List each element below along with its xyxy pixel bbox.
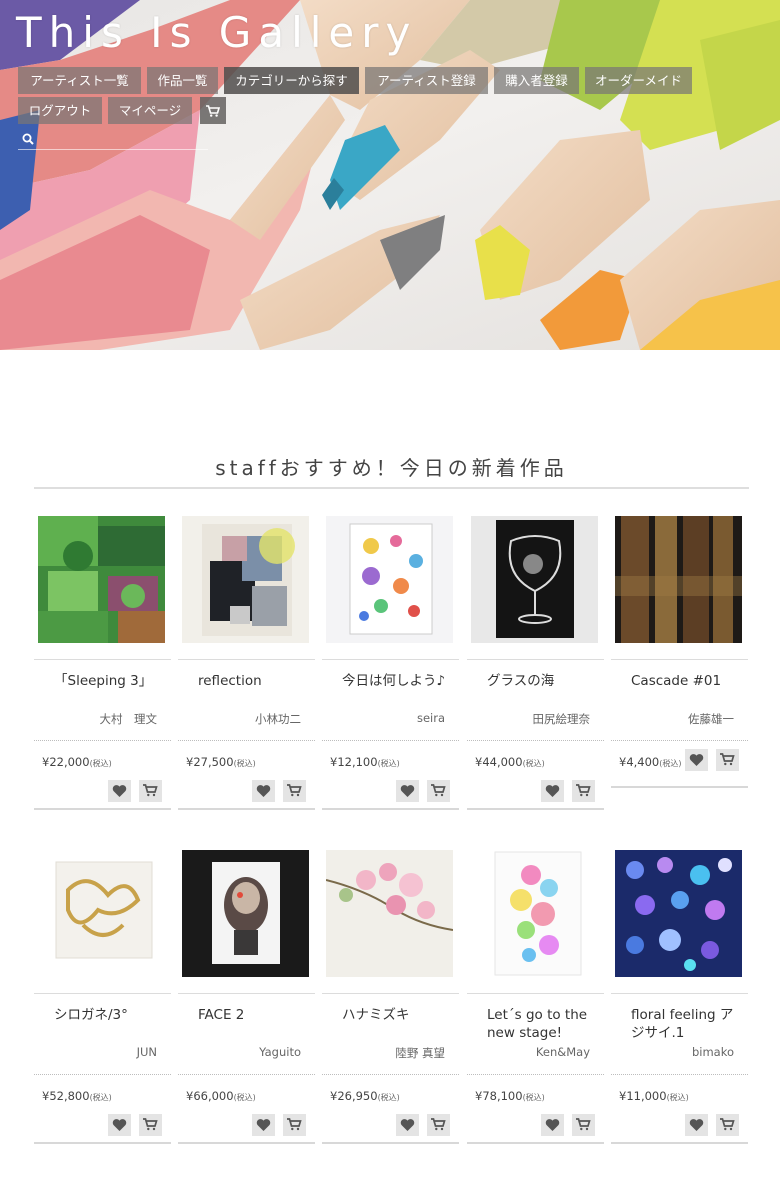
nav-categories[interactable]: カテゴリーから探す: [224, 67, 359, 94]
heart-icon: [400, 1119, 415, 1131]
add-to-cart-button[interactable]: [716, 749, 739, 771]
add-to-cart-button[interactable]: [139, 1114, 162, 1136]
cart-icon: [576, 1118, 591, 1131]
artist-name[interactable]: seira: [417, 711, 445, 725]
favorite-button[interactable]: [252, 780, 275, 802]
cart-icon: [206, 105, 220, 117]
nav-works[interactable]: 作品一覧: [147, 67, 218, 94]
add-to-cart-button[interactable]: [716, 1114, 739, 1136]
search-input[interactable]: [40, 130, 205, 149]
artwork-thumbnail[interactable]: [615, 850, 742, 977]
favorite-button[interactable]: [685, 1114, 708, 1136]
heart-icon: [545, 1119, 560, 1131]
artwork-thumbnail[interactable]: [471, 850, 598, 977]
artwork-thumbnail[interactable]: [615, 516, 742, 643]
cart-icon: [143, 1118, 158, 1131]
artist-name[interactable]: 佐藤雄一: [688, 711, 734, 727]
heart-icon: [112, 785, 127, 797]
favorite-button[interactable]: [396, 1114, 419, 1136]
artwork-thumbnail[interactable]: [182, 850, 309, 977]
favorite-button[interactable]: [108, 1114, 131, 1136]
artist-name[interactable]: 陸野 真望: [395, 1045, 445, 1061]
favorite-button[interactable]: [108, 780, 131, 802]
section-divider: [34, 487, 749, 489]
work-title[interactable]: FACE 2: [198, 1006, 310, 1024]
work-title[interactable]: グラスの海: [487, 672, 599, 690]
cart-icon: [431, 784, 446, 797]
favorite-button[interactable]: [541, 1114, 564, 1136]
artwork-thumbnail[interactable]: [38, 850, 165, 977]
nav-artists[interactable]: アーティスト一覧: [18, 67, 141, 94]
heart-icon: [256, 1119, 271, 1131]
add-to-cart-button[interactable]: [139, 780, 162, 802]
work-price: ¥22,000(税込): [42, 755, 112, 769]
work-price: ¥52,800(税込): [42, 1089, 112, 1103]
artwork-thumbnail[interactable]: [326, 516, 453, 643]
nav-cart-button[interactable]: [200, 97, 226, 124]
artist-name[interactable]: 小林功二: [255, 711, 301, 727]
work-title[interactable]: 今日は何しよう♪: [342, 672, 454, 690]
nav-artist-register[interactable]: アーティスト登録: [365, 67, 488, 94]
artist-name[interactable]: JUN: [137, 1045, 157, 1059]
cart-icon: [720, 753, 735, 766]
add-to-cart-button[interactable]: [283, 1114, 306, 1136]
artwork-thumbnail[interactable]: [38, 516, 165, 643]
work-price: ¥66,000(税込): [186, 1089, 256, 1103]
work-price: ¥44,000(税込): [475, 755, 545, 769]
search-box[interactable]: [18, 130, 208, 150]
cart-icon: [720, 1118, 735, 1131]
heart-icon: [400, 785, 415, 797]
search-icon: [22, 133, 34, 145]
work-price: ¥78,100(税込): [475, 1089, 545, 1103]
cart-icon: [431, 1118, 446, 1131]
heart-icon: [256, 785, 271, 797]
artist-name[interactable]: Ken&May: [536, 1045, 590, 1059]
work-price: ¥26,950(税込): [330, 1089, 400, 1103]
work-title[interactable]: Cascade #01: [631, 672, 743, 690]
work-price: ¥11,000(税込): [619, 1089, 689, 1103]
cart-icon: [287, 784, 302, 797]
nav-mypage[interactable]: マイページ: [108, 97, 192, 124]
work-price: ¥12,100(税込): [330, 755, 400, 769]
add-to-cart-button[interactable]: [427, 780, 450, 802]
nav-order-made[interactable]: オーダーメイド: [585, 67, 692, 94]
favorite-button[interactable]: [541, 780, 564, 802]
section-title: staffおすすめ！今日の新着作品: [215, 456, 568, 480]
work-title[interactable]: 「Sleeping 3」: [54, 672, 166, 690]
work-title[interactable]: floral feeling アジサイ.1: [631, 1006, 743, 1042]
work-title[interactable]: reflection: [198, 672, 310, 690]
work-price: ¥27,500(税込): [186, 755, 256, 769]
work-title[interactable]: シロガネ/3°: [54, 1006, 166, 1024]
site-title[interactable]: This Is Gallery: [16, 8, 417, 57]
heart-icon: [112, 1119, 127, 1131]
add-to-cart-button[interactable]: [427, 1114, 450, 1136]
artist-name[interactable]: 田尻絵理奈: [533, 711, 591, 727]
favorite-button[interactable]: [252, 1114, 275, 1136]
artist-name[interactable]: Yaguito: [259, 1045, 301, 1059]
work-title[interactable]: ハナミズキ: [342, 1006, 454, 1024]
work-title[interactable]: Let´s go to the new stage!: [487, 1006, 599, 1042]
work-price: ¥4,400(税込): [619, 755, 682, 769]
artwork-thumbnail[interactable]: [471, 516, 598, 643]
cart-icon: [143, 784, 158, 797]
add-to-cart-button[interactable]: [572, 1114, 595, 1136]
favorite-button[interactable]: [685, 749, 708, 771]
artwork-thumbnail[interactable]: [326, 850, 453, 977]
heart-icon: [689, 754, 704, 766]
hero-banner: This Is Gallery アーティスト一覧 作品一覧 カテゴリーから探す …: [0, 0, 780, 350]
favorite-button[interactable]: [396, 780, 419, 802]
artist-name[interactable]: bimako: [692, 1045, 734, 1059]
add-to-cart-button[interactable]: [283, 780, 306, 802]
artwork-thumbnail[interactable]: [182, 516, 309, 643]
nav-logout[interactable]: ログアウト: [18, 97, 102, 124]
nav-buyer-register[interactable]: 購入者登録: [494, 67, 579, 94]
cart-icon: [287, 1118, 302, 1131]
cart-icon: [576, 784, 591, 797]
heart-icon: [689, 1119, 704, 1131]
add-to-cart-button[interactable]: [572, 780, 595, 802]
artist-name[interactable]: 大村 理文: [100, 711, 158, 727]
heart-icon: [545, 785, 560, 797]
